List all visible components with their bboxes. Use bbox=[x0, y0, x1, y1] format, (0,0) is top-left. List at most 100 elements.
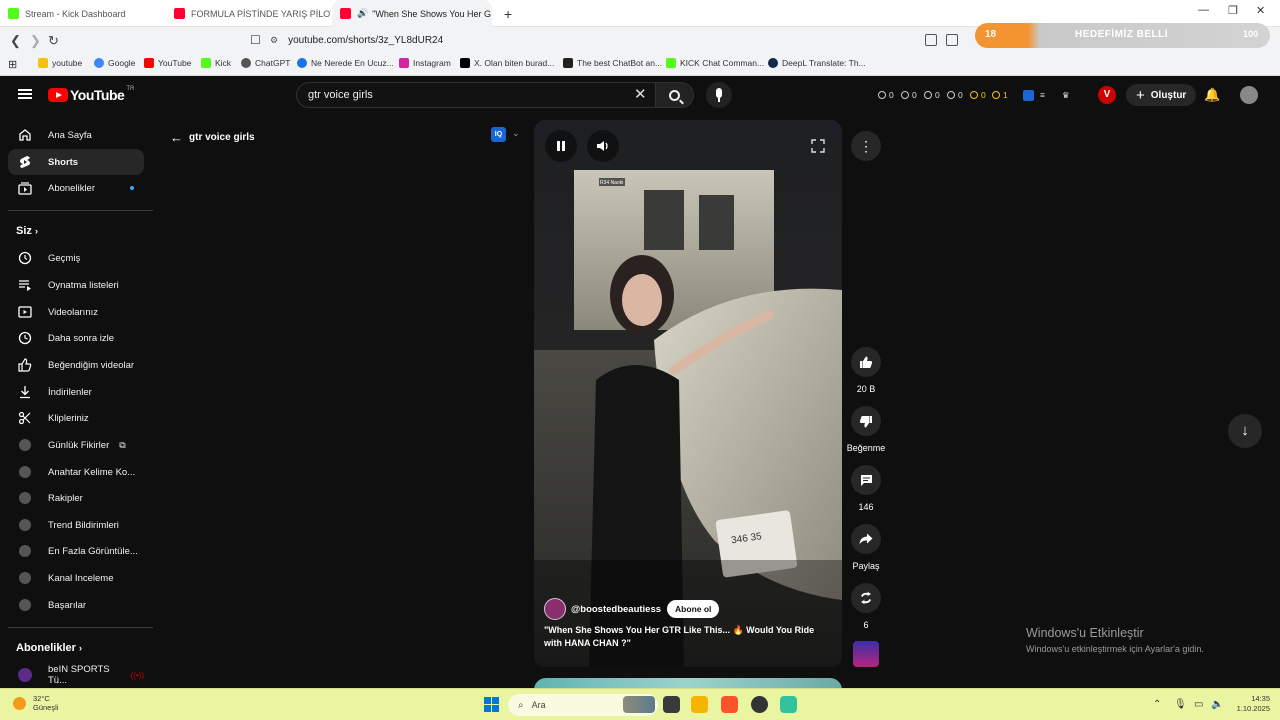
sidebar-item-shorts[interactable]: Shorts bbox=[8, 149, 144, 175]
sidebar-item-your-videos[interactable]: Videolarınız bbox=[8, 299, 144, 325]
you-section-heading[interactable]: Siz › bbox=[16, 225, 38, 237]
channel-avatar[interactable] bbox=[544, 598, 566, 620]
share-page-icon[interactable] bbox=[946, 34, 958, 46]
bookmark-item[interactable]: Kick bbox=[201, 58, 231, 68]
subscribe-button[interactable]: Abone ol bbox=[667, 600, 720, 618]
divider bbox=[8, 210, 153, 211]
trophy-icon[interactable]: ♛ bbox=[1062, 90, 1070, 101]
sidebar-item-playlists[interactable]: Oynatma listeleri bbox=[8, 272, 144, 298]
display-icon[interactable]: ▭ bbox=[1194, 699, 1203, 710]
bookmark-item[interactable]: Ne Nerede En Ucuz... bbox=[297, 58, 394, 68]
sidebar-item-home[interactable]: Ana Sayfa bbox=[8, 122, 144, 148]
system-clock[interactable]: 14:35 1.10.2025 bbox=[1232, 694, 1270, 714]
sidebar-sub-bein-sports[interactable]: beIN SPORTS Tü... ((•)) bbox=[8, 662, 144, 688]
share-button[interactable]: Paylaş bbox=[849, 524, 883, 571]
new-tab-button[interactable]: + bbox=[496, 0, 516, 27]
vidiq-icon bbox=[19, 466, 31, 478]
bookmark-item[interactable]: X. Olan biten burad... bbox=[460, 58, 554, 68]
sidebar-item-channel-review[interactable]: Kanal Inceleme bbox=[8, 565, 144, 591]
forward-nav-icon[interactable]: ❯ bbox=[30, 33, 41, 49]
sound-source-thumbnail[interactable] bbox=[853, 641, 879, 667]
sidebar-item-competitors[interactable]: Rakipler bbox=[8, 485, 144, 511]
weather-widget[interactable]: 32°C Güneşli bbox=[13, 694, 58, 712]
voice-search-button[interactable] bbox=[706, 82, 732, 108]
sidebar-item-watch-later[interactable]: Daha sonra izle bbox=[8, 325, 144, 351]
sidebar-item-keywords[interactable]: Anahtar Kelime Ko... bbox=[8, 459, 144, 485]
like-icon bbox=[851, 347, 881, 377]
vpn-badge-icon[interactable]: V bbox=[1098, 86, 1116, 104]
browser-tab-active[interactable]: 🔊 "When She Shows You Her G ✕ bbox=[332, 0, 492, 27]
task-view-icon[interactable] bbox=[663, 696, 680, 713]
clear-search-icon[interactable]: ✕ bbox=[634, 85, 647, 103]
close-window-icon[interactable]: ✕ bbox=[1256, 4, 1265, 17]
dislike-button[interactable]: Beğenme bbox=[847, 406, 885, 453]
sidebar-item-downloads[interactable]: İndirilenler bbox=[8, 379, 144, 405]
url-field[interactable]: ⚙ youtube.com/shorts/3z_YL8dUR24 bbox=[270, 31, 970, 50]
remix-button[interactable]: 6 bbox=[849, 583, 883, 630]
arrow-left-icon: ← bbox=[170, 130, 183, 145]
sidebar-item-subscriptions[interactable]: Abonelikler bbox=[8, 175, 144, 201]
chevron-down-icon[interactable]: ⌄ bbox=[512, 128, 520, 139]
reload-icon[interactable]: ↻ bbox=[48, 33, 59, 49]
sidebar-item-daily-ideas[interactable]: Günlük Fikirler ⧉ bbox=[8, 432, 144, 458]
like-button[interactable]: 20 B bbox=[849, 347, 883, 394]
start-button[interactable] bbox=[484, 697, 499, 712]
instagram-icon bbox=[399, 58, 409, 68]
subscriptions-section-heading[interactable]: Abonelikler › bbox=[16, 642, 82, 654]
site-info-icon[interactable]: ⚙ bbox=[270, 35, 278, 46]
vidiq-badge[interactable]: IQ bbox=[491, 127, 506, 142]
browser-tab-formula[interactable]: FORMULA PİSTİNDE YARIŞ PİLOTUYL bbox=[166, 0, 331, 27]
sidebar-item-achievements[interactable]: Başarılar bbox=[8, 592, 144, 618]
pause-button[interactable] bbox=[545, 130, 577, 162]
browser-tab-kick[interactable]: Stream - Kick Dashboard bbox=[0, 0, 165, 27]
next-video-arrow-icon[interactable]: ↓ bbox=[1228, 414, 1262, 448]
microphone-icon[interactable]: 🎙 bbox=[1174, 699, 1187, 710]
back-to-results-button[interactable]: ← gtr voice girls bbox=[170, 130, 255, 145]
fullscreen-button[interactable] bbox=[802, 130, 834, 162]
bookmark-item[interactable]: KICK Chat Comman... bbox=[666, 58, 764, 68]
bookmark-item[interactable]: Instagram bbox=[399, 58, 451, 68]
avatar[interactable] bbox=[1240, 86, 1258, 104]
chevron-up-icon[interactable]: ⌃ bbox=[1153, 699, 1161, 710]
bookmark-item[interactable]: youtube bbox=[38, 58, 82, 68]
youtube-logo[interactable]: YouTube TR bbox=[48, 86, 134, 103]
close-tab-icon[interactable]: ✕ bbox=[491, 7, 492, 20]
channel-info: @boostedbeautiess Abone ol bbox=[544, 598, 720, 620]
bookmark-item[interactable]: Google bbox=[94, 58, 135, 68]
vidiq-icon[interactable] bbox=[1023, 90, 1034, 101]
file-explorer-icon[interactable] bbox=[691, 696, 708, 713]
stat-value: 0 bbox=[958, 90, 963, 100]
bookmark-icon[interactable]: ☐ bbox=[250, 33, 261, 47]
restore-icon[interactable]: ❐ bbox=[1228, 4, 1238, 17]
channel-handle[interactable]: @boostedbeautiess bbox=[571, 604, 661, 615]
sidebar-item-clips[interactable]: Klipleriniz bbox=[8, 405, 144, 431]
bookmark-item[interactable]: DeepL Translate: Th... bbox=[768, 58, 866, 68]
search-input[interactable]: gtr voice girls bbox=[296, 82, 656, 108]
shorts-video-player[interactable]: 346 35 R34 Naoki @boostedbeautiess Abone… bbox=[534, 120, 842, 667]
bookmark-item[interactable]: YouTube bbox=[144, 58, 191, 68]
cast-icon[interactable] bbox=[925, 34, 937, 46]
comments-button[interactable]: 146 bbox=[849, 465, 883, 512]
obs-icon[interactable] bbox=[751, 696, 768, 713]
volume-button[interactable] bbox=[587, 130, 619, 162]
sidebar-item-history[interactable]: Geçmiş bbox=[8, 245, 144, 271]
app-icon[interactable] bbox=[780, 696, 797, 713]
sidebar-item-label: Geçmiş bbox=[48, 252, 81, 264]
sidebar-item-liked[interactable]: Beğendiğim videolar bbox=[8, 352, 144, 378]
video-title[interactable]: "When She Shows You Her GTR Like This...… bbox=[544, 624, 834, 650]
more-options-icon[interactable]: ⋮ bbox=[851, 131, 881, 161]
minimize-icon[interactable]: — bbox=[1198, 4, 1209, 16]
apps-grid-icon[interactable]: ⊞ bbox=[8, 58, 17, 71]
bookmark-item[interactable]: The best ChatBot an... bbox=[563, 58, 662, 68]
menu-icon[interactable] bbox=[18, 89, 32, 99]
notifications-bell-icon[interactable]: 🔔 bbox=[1204, 87, 1220, 103]
sidebar-item-most-viewed[interactable]: En Fazla Görüntüle... bbox=[8, 538, 144, 564]
back-nav-icon[interactable]: ❮ bbox=[10, 33, 21, 49]
search-button[interactable] bbox=[656, 82, 694, 108]
create-button[interactable]: + Oluştur bbox=[1126, 84, 1197, 106]
bookmark-item[interactable]: ChatGPT bbox=[241, 58, 290, 68]
list-icon[interactable]: ≡ bbox=[1040, 90, 1045, 100]
speaker-icon[interactable]: 🔈 bbox=[1211, 699, 1223, 710]
sidebar-item-trend-alerts[interactable]: Trend Bildirimleri bbox=[8, 512, 144, 538]
brave-browser-icon[interactable] bbox=[721, 696, 738, 713]
